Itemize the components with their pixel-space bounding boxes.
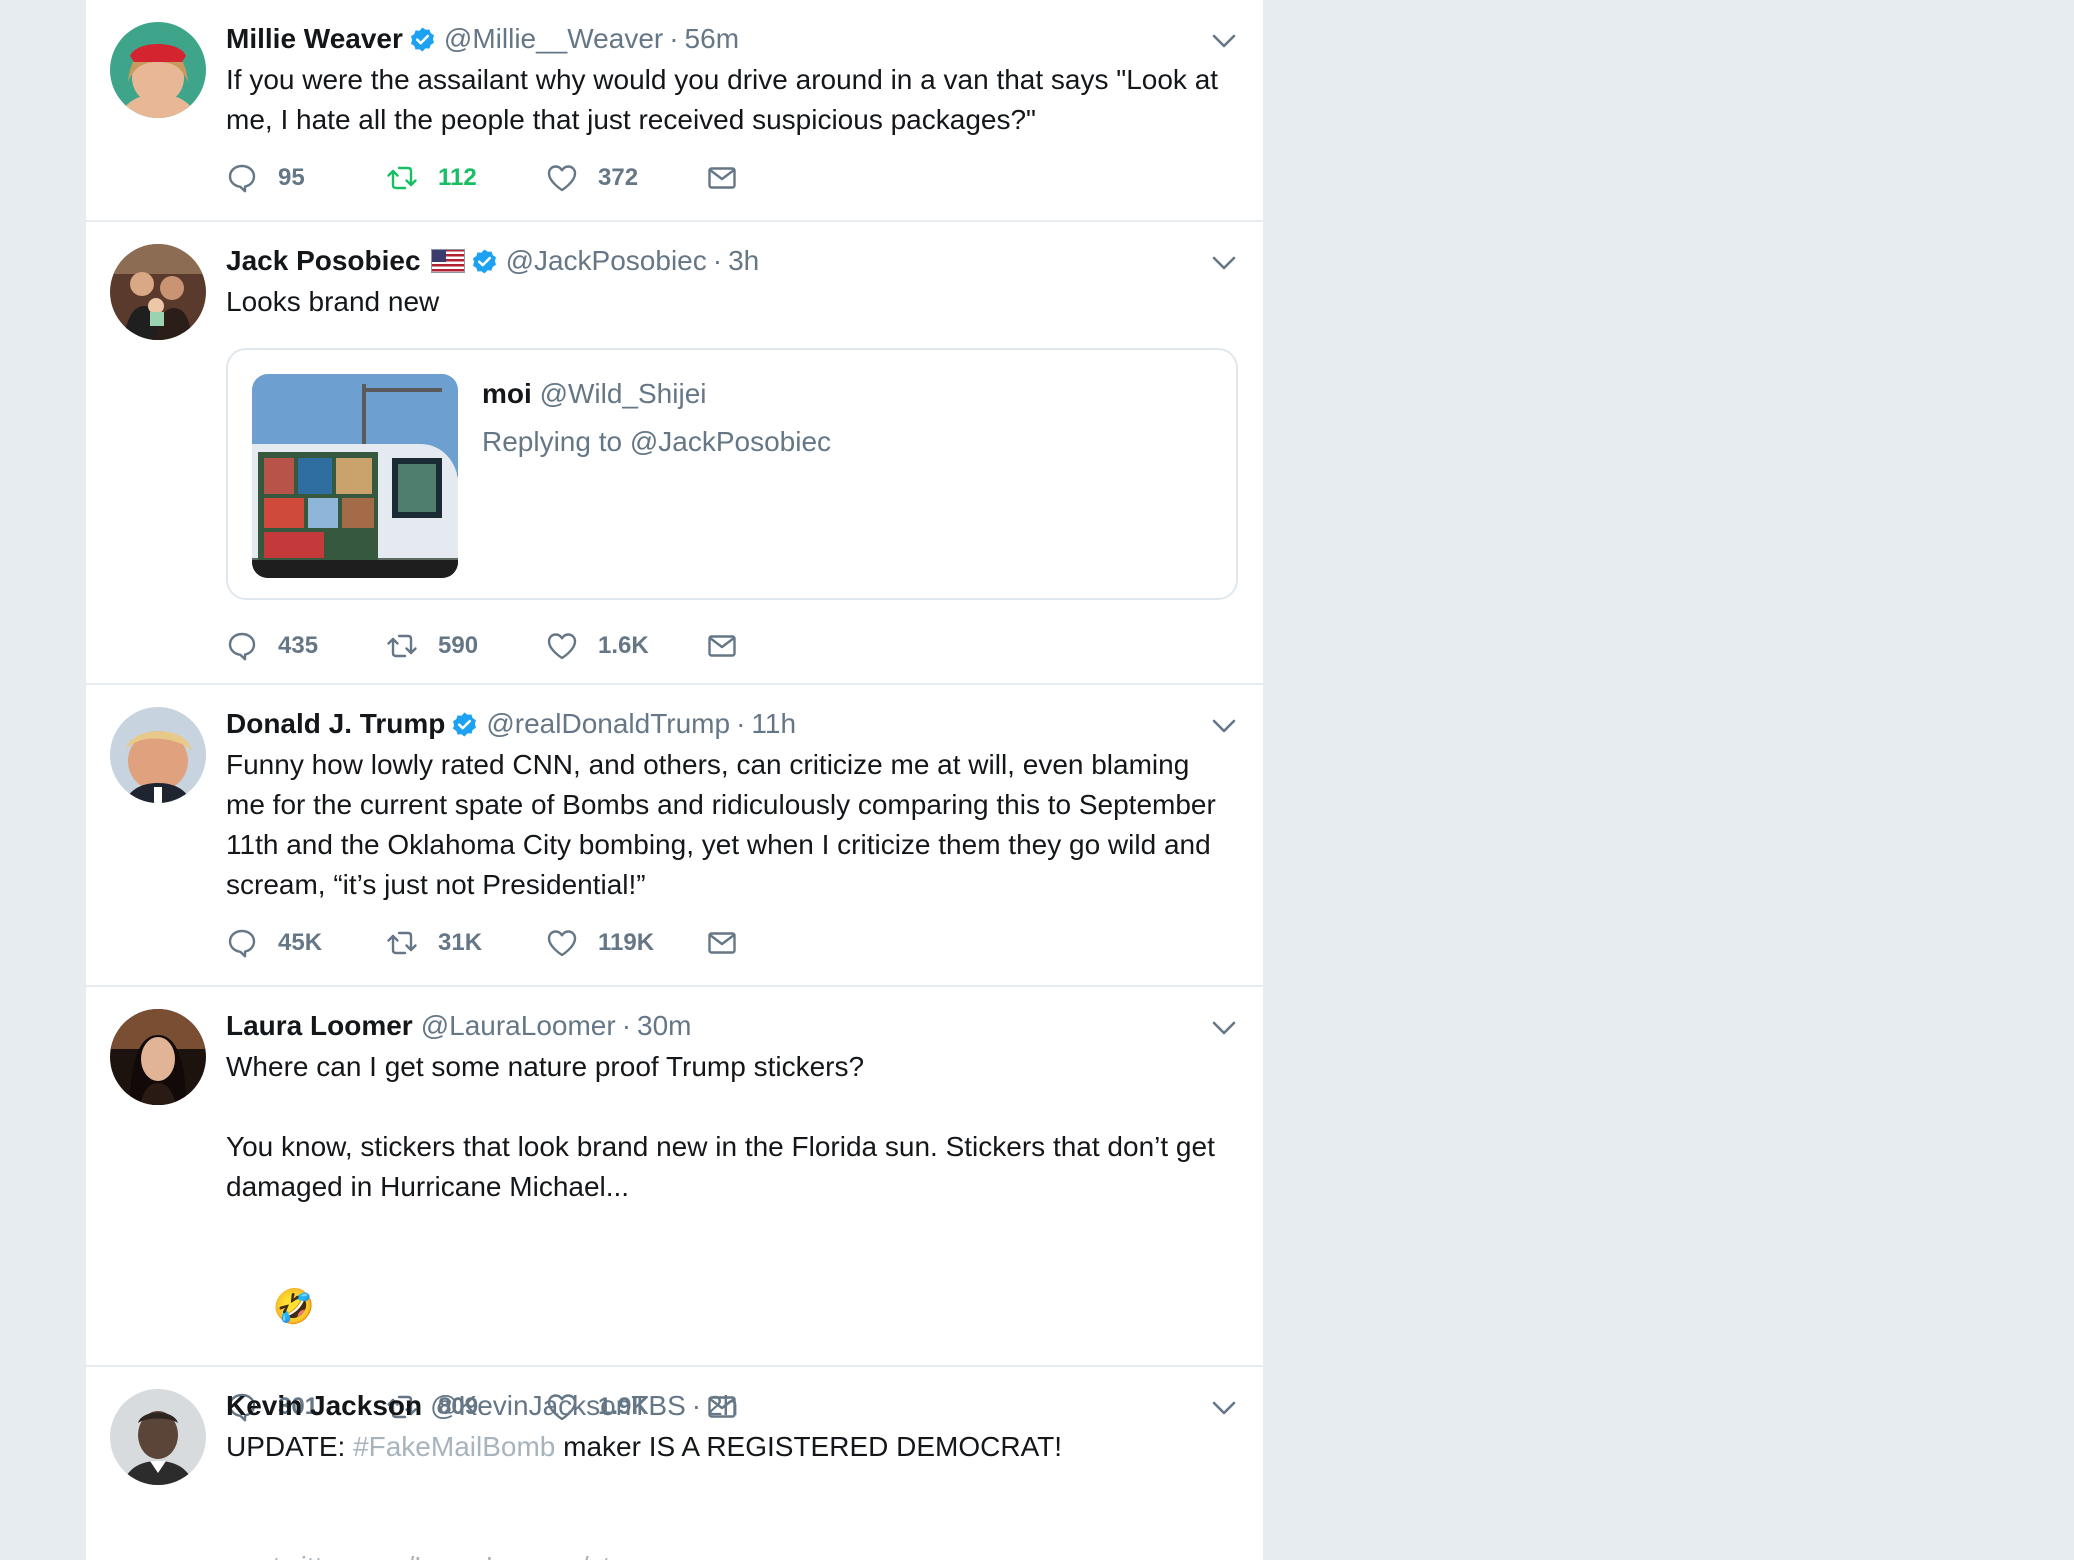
like-icon bbox=[546, 630, 578, 662]
quoted-tweet-body: moi @Wild_Shijei Replying to @JackPosobi… bbox=[482, 374, 831, 462]
reply-button[interactable]: 435 bbox=[226, 630, 342, 662]
tweet-actions: 435 590 1.6K bbox=[226, 626, 1235, 666]
tweet-text: If you were the assailant why would you … bbox=[226, 64, 1226, 135]
chevron-down-icon[interactable] bbox=[1211, 1395, 1237, 1421]
verified-icon bbox=[471, 248, 498, 275]
message-icon bbox=[706, 927, 738, 959]
display-name[interactable]: Donald J. Trump bbox=[226, 707, 445, 741]
quoted-display-name[interactable]: moi bbox=[482, 378, 532, 409]
message-icon bbox=[706, 162, 738, 194]
rolling-laughing-emoji: 🤣 bbox=[272, 1288, 316, 1326]
timestamp[interactable]: 30m bbox=[637, 1009, 691, 1043]
avatar[interactable] bbox=[110, 707, 206, 803]
reply-icon bbox=[226, 630, 258, 662]
reply-count: 45K bbox=[278, 929, 323, 956]
handle[interactable]: @realDonaldTrump bbox=[486, 707, 730, 741]
avatar[interactable] bbox=[110, 1009, 206, 1105]
retweet-count: 31K bbox=[438, 929, 483, 956]
handle[interactable]: @KevinJacksonTBS bbox=[430, 1389, 686, 1423]
retweet-icon bbox=[386, 162, 418, 194]
like-count: 1.6K bbox=[598, 632, 649, 659]
like-button[interactable]: 119K bbox=[546, 927, 662, 959]
separator: · bbox=[712, 245, 723, 276]
tweet-millie-weaver[interactable]: Millie Weaver @Millie__Weaver · 56m If y… bbox=[86, 0, 1263, 222]
timestamp[interactable]: 56m bbox=[685, 22, 739, 56]
us-flag-icon bbox=[430, 249, 465, 273]
like-button[interactable]: 372 bbox=[546, 162, 662, 194]
verified-icon bbox=[409, 26, 436, 53]
tweet-text-suffix: maker IS A REGISTERED DEMOCRAT! bbox=[555, 1431, 1063, 1462]
tweet-text: Funny how lowly rated CNN, and others, c… bbox=[226, 749, 1224, 900]
replying-to: Replying to @JackPosobiec bbox=[482, 426, 832, 457]
retweet-icon bbox=[386, 927, 418, 959]
quoted-tweet[interactable]: moi @Wild_Shijei Replying to @JackPosobi… bbox=[226, 348, 1238, 600]
separator: · bbox=[621, 1010, 632, 1041]
tweet-text-prefix: UPDATE: bbox=[226, 1431, 354, 1462]
reply-count: 95 bbox=[278, 164, 305, 191]
tweet-header: Jack Posobiec @JackPosobiec · 3h bbox=[226, 244, 1235, 278]
like-button[interactable]: 1.6K bbox=[546, 630, 662, 662]
display-name[interactable]: Kevin Jackson bbox=[226, 1389, 422, 1423]
message-button[interactable] bbox=[706, 630, 758, 662]
quoted-tweet-image[interactable] bbox=[252, 374, 458, 578]
chevron-down-icon[interactable] bbox=[1211, 713, 1237, 739]
tweet-header: Kevin Jackson @KevinJacksonTBS · 2h bbox=[226, 1389, 1235, 1423]
tweet-actions: 45K 31K 119K bbox=[226, 923, 1235, 963]
like-count: 372 bbox=[598, 164, 639, 191]
retweet-count: 112 bbox=[438, 164, 477, 191]
retweet-button[interactable]: 31K bbox=[386, 927, 502, 959]
reply-icon bbox=[226, 927, 258, 959]
separator: · bbox=[736, 708, 746, 739]
separator: · bbox=[669, 23, 679, 54]
reply-button[interactable]: 95 bbox=[226, 162, 342, 194]
tweet-jack-posobiec[interactable]: Jack Posobiec @JackPosobiec · 3h Looks b… bbox=[86, 222, 1263, 685]
hashtag-link[interactable]: #FakeMailBomb bbox=[353, 1431, 555, 1462]
display-name[interactable]: Millie Weaver bbox=[226, 22, 403, 56]
tweet-header: Laura Loomer @LauraLoomer · 30m bbox=[226, 1009, 1235, 1043]
timeline: Millie Weaver @Millie__Weaver · 56m If y… bbox=[86, 0, 1263, 1560]
display-name[interactable]: Jack Posobiec bbox=[226, 244, 421, 278]
timestamp[interactable]: 2h bbox=[707, 1389, 738, 1423]
display-name[interactable]: Laura Loomer bbox=[226, 1009, 413, 1043]
handle[interactable]: @JackPosobiec bbox=[506, 244, 707, 278]
tweet-link[interactable]: twitter.com/LauraLoomer/st… bbox=[273, 1551, 639, 1560]
tweet-text: UPDATE: #FakeMailBomb maker IS A REGISTE… bbox=[226, 1427, 1235, 1467]
chevron-down-icon[interactable] bbox=[1211, 250, 1237, 276]
chevron-down-icon[interactable] bbox=[1211, 28, 1237, 54]
retweet-count: 590 bbox=[438, 632, 479, 659]
timestamp[interactable]: 3h bbox=[728, 244, 759, 278]
message-icon bbox=[706, 630, 738, 662]
reply-count: 435 bbox=[278, 632, 319, 659]
message-button[interactable] bbox=[706, 162, 758, 194]
timestamp[interactable]: 11h bbox=[751, 707, 796, 741]
tweet-header: Millie Weaver @Millie__Weaver · 56m bbox=[226, 22, 1235, 56]
verified-icon bbox=[451, 711, 478, 738]
tweet-donald-trump[interactable]: Donald J. Trump @realDonaldTrump · 11h F… bbox=[86, 685, 1263, 987]
tweet-header: Donald J. Trump @realDonaldTrump · 11h bbox=[226, 707, 1235, 741]
tweet-laura-loomer[interactable]: Laura Loomer @LauraLoomer · 30m Where ca… bbox=[86, 987, 1263, 1367]
retweet-button[interactable]: 112 bbox=[386, 162, 502, 194]
avatar[interactable] bbox=[110, 22, 206, 118]
retweet-button[interactable]: 590 bbox=[386, 630, 502, 662]
like-count: 119K bbox=[598, 929, 655, 956]
quoted-handle[interactable]: @Wild_Shijei bbox=[540, 378, 707, 409]
tweet-actions: 95 112 372 bbox=[226, 158, 1235, 198]
avatar[interactable] bbox=[110, 1389, 206, 1485]
reply-button[interactable]: 45K bbox=[226, 927, 342, 959]
avatar[interactable] bbox=[110, 244, 206, 340]
handle[interactable]: @LauraLoomer bbox=[421, 1009, 616, 1043]
like-icon bbox=[546, 162, 578, 194]
tweet-text: Looks brand new bbox=[226, 286, 440, 317]
tweet-kevin-jackson[interactable]: Kevin Jackson @KevinJacksonTBS · 2h UPDA… bbox=[86, 1367, 1263, 1560]
chevron-down-icon[interactable] bbox=[1211, 1015, 1237, 1041]
handle[interactable]: @Millie__Weaver bbox=[444, 22, 663, 56]
message-button[interactable] bbox=[706, 927, 758, 959]
reply-icon bbox=[226, 162, 258, 194]
tweet-text: Where can I get some nature proof Trump … bbox=[226, 1051, 1215, 1202]
like-icon bbox=[546, 927, 578, 959]
separator: · bbox=[691, 1390, 702, 1421]
retweet-icon bbox=[386, 630, 418, 662]
